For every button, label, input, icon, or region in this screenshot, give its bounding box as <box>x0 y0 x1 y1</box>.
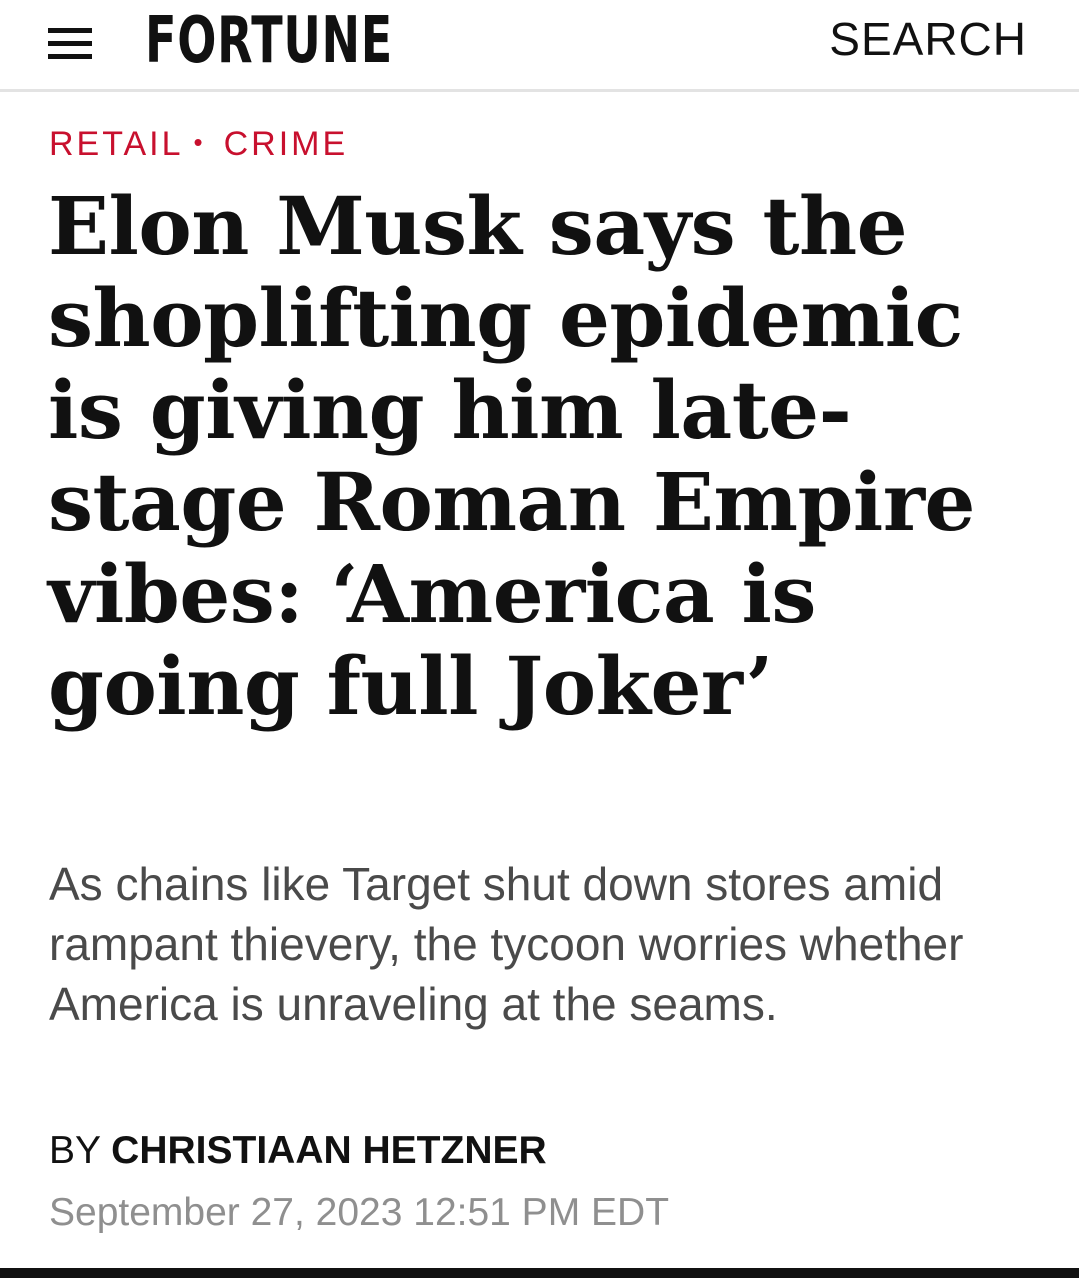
article-byline: BY CHRISTIAAN HETZNER <box>49 1128 547 1174</box>
article-headline: Elon Musk says the shoplifting epidemic … <box>48 179 975 733</box>
menu-bar-top <box>48 28 92 33</box>
site-header: FORTUNE SEARCH <box>0 0 1079 92</box>
bottom-divider <box>0 1268 1079 1278</box>
menu-bar-bottom <box>48 54 92 59</box>
byline-prefix: BY <box>49 1129 101 1172</box>
article-dek: As chains like Target shut down stores a… <box>49 858 964 1030</box>
article-date: September 27, 2023 12:51 PM EDT <box>49 1191 670 1234</box>
author-link[interactable]: CHRISTIAAN HETZNER <box>111 1129 547 1172</box>
article-tags: RETAIL • CRIME <box>49 122 348 164</box>
menu-bar-middle <box>48 41 92 46</box>
search-button[interactable]: SEARCH <box>829 14 1027 64</box>
tag-retail[interactable]: RETAIL <box>49 125 184 163</box>
hamburger-menu-icon[interactable] <box>48 22 94 62</box>
site-logo[interactable]: FORTUNE <box>145 6 393 76</box>
tag-separator: • <box>193 127 206 157</box>
tag-crime[interactable]: CRIME <box>224 125 349 163</box>
